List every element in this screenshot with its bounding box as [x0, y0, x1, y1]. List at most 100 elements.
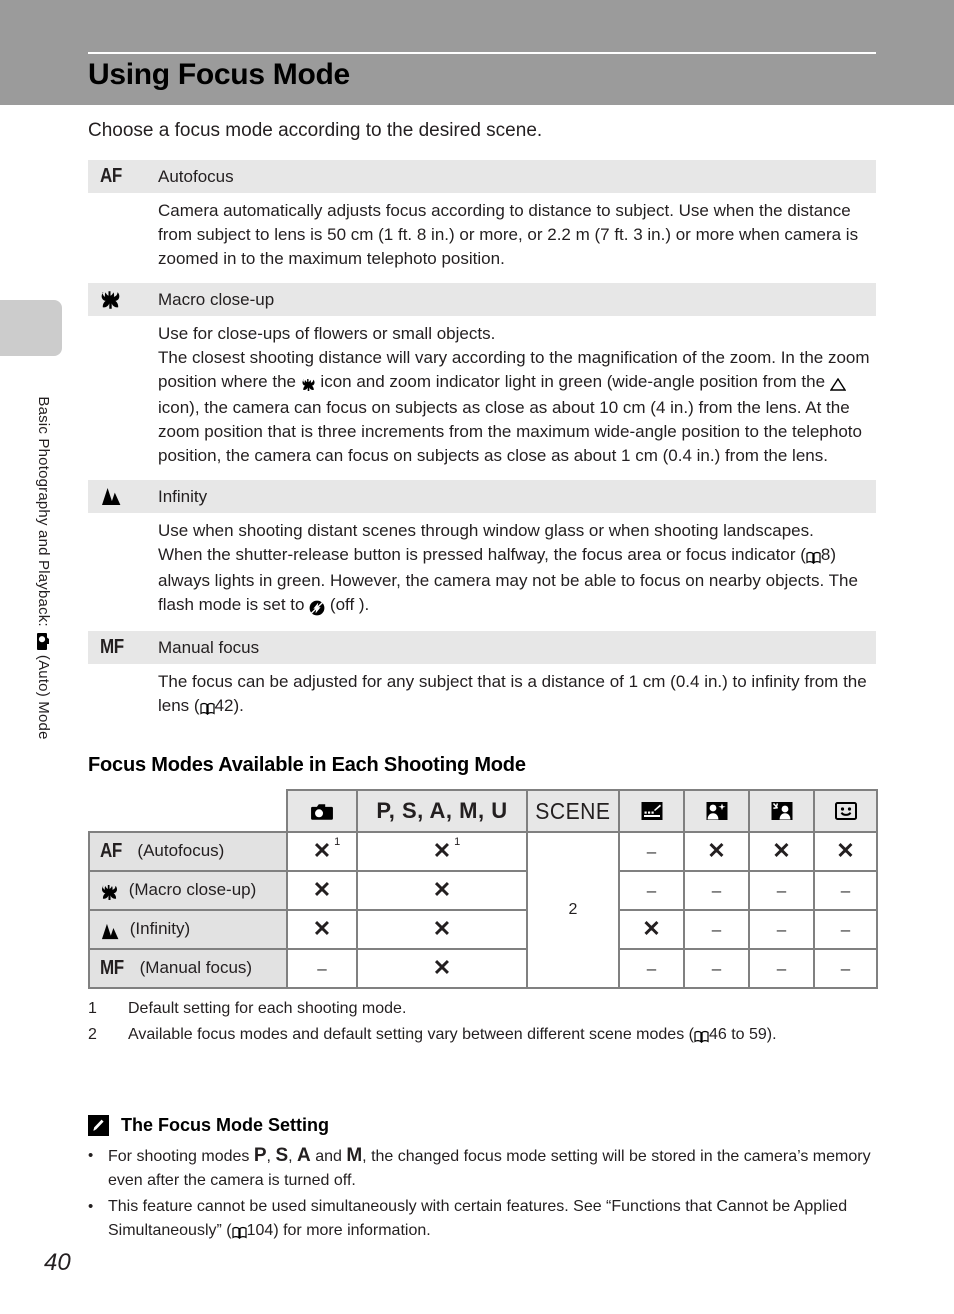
cell-af-backlight: ✕ [748, 831, 815, 872]
col-header-night-portrait-mode [683, 789, 750, 833]
bullet-icon: • [88, 1198, 94, 1215]
chapter-label: Basic Photography and Playback: (Auto) M… [31, 308, 57, 828]
table-row: AF (Autofocus) ✕ 1 ✕ 1 2 – ✕ ✕ ✕ [88, 831, 878, 989]
dash-mark: – [711, 919, 722, 939]
footnote-2: 2 Available focus modes and default sett… [88, 1023, 876, 1049]
cell-af-night-portrait: ✕ [683, 831, 750, 872]
cell-macro-smart-portrait: – [813, 870, 878, 911]
row-label: (Autofocus) [137, 841, 225, 860]
check-icon: ✕ [707, 838, 726, 863]
mf-body-text-b: ). [233, 696, 244, 715]
macro-body-line2: The closest shooting distance will vary … [158, 346, 876, 468]
note-text-a: For shooting modes [108, 1148, 254, 1165]
mf-body-text-a: The focus can be adjusted for any subjec… [158, 672, 867, 715]
note-sep-3: and [310, 1148, 347, 1165]
col-header-night-landscape-mode [618, 789, 685, 833]
macro-body-text-c: icon), the camera can focus on subjects … [158, 398, 862, 465]
check-icon: ✕ [432, 877, 452, 902]
note-item-text: For shooting modes P, S, A and M, the ch… [108, 1144, 876, 1193]
cell-macro-psamu: ✕ [356, 870, 528, 911]
dash-mark: – [840, 919, 851, 939]
night-portrait-icon [705, 800, 729, 822]
check-icon: ✕ [432, 916, 452, 941]
book-reference-icon [199, 696, 215, 720]
check-icon: ✕ [312, 916, 332, 941]
col-header-psamu-modes: P, S, A, M, U [356, 789, 528, 833]
macro-tulip-icon [98, 290, 158, 310]
pencil-note-icon [88, 1115, 109, 1136]
cell-macro-night-portrait: – [683, 870, 750, 911]
cell-mf-psamu: ✕ [356, 948, 528, 989]
col-header-smart-portrait-mode [813, 789, 878, 833]
book-reference-icon [232, 1221, 247, 1245]
dash-mark: – [776, 880, 787, 900]
check-icon: ✕ 1 [432, 836, 461, 863]
footnote-marker: 1 [334, 836, 341, 848]
col-header-auto-mode [286, 789, 358, 833]
cell-mf-smart-portrait: – [813, 948, 878, 989]
row-header-macro: (Macro close-up) [88, 870, 288, 911]
infinity-body-text-a: When the shutter-release button is press… [158, 545, 806, 564]
mode-header-infinity: Infinity [88, 480, 876, 513]
book-reference-icon [806, 545, 821, 569]
footnote-text: Default setting for each shooting mode. [128, 1000, 407, 1017]
cell-scene-merged: 2 [526, 831, 620, 989]
table-row: (Macro close-up) ✕ ✕ – – – – [88, 870, 878, 911]
dash-mark: – [711, 880, 722, 900]
cell-mf-auto: – [286, 948, 358, 989]
row-label: (Manual focus) [139, 958, 253, 977]
night-landscape-icon [640, 800, 664, 822]
mf-ref-page: 42 [214, 696, 234, 715]
header-rule [88, 52, 876, 54]
mode-header-macro: Macro close-up [88, 283, 876, 316]
camera-icon [311, 803, 333, 821]
check-icon: ✕ [836, 838, 855, 863]
backlight-icon [770, 800, 794, 822]
table-header-row: P, S, A, M, U SCENE [89, 789, 878, 833]
af-icon: AF [100, 840, 122, 862]
footnote-text-a: Available focus modes and default settin… [128, 1026, 694, 1043]
macro-tulip-icon-inline [301, 372, 316, 396]
dash-mark: – [776, 919, 787, 939]
note-item: • This feature cannot be used simultaneo… [88, 1195, 876, 1245]
book-reference-icon [694, 1025, 709, 1049]
infinity-body-line2: When the shutter-release button is press… [158, 543, 876, 619]
dash-mark: – [646, 880, 657, 900]
note2-text-a: This feature cannot be used simultaneous… [108, 1198, 848, 1239]
mode-letter-m: M [346, 1145, 363, 1166]
infinity-body-text-c: (off ). [325, 595, 370, 614]
smile-icon [834, 800, 858, 822]
dash-mark: – [840, 958, 851, 978]
check-icon: ✕ [312, 877, 332, 902]
mode-letter-a: A [297, 1145, 311, 1166]
footnote-number: 2 [88, 1026, 97, 1043]
mode-header-manual-focus: MF Manual focus [88, 631, 876, 664]
table-footnotes: 1 Default setting for each shooting mode… [88, 997, 876, 1049]
cell-infinity-auto: ✕ [286, 909, 358, 950]
mf-body-line: The focus can be adjusted for any subjec… [158, 670, 876, 720]
section-heading: Focus Modes Available in Each Shooting M… [88, 754, 526, 776]
mode-body-manual-focus: The focus can be adjusted for any subjec… [88, 664, 876, 732]
mode-name-macro: Macro close-up [158, 289, 275, 309]
cell-af-night-landscape: – [618, 831, 685, 872]
cell-af-auto: ✕ 1 [286, 831, 358, 872]
wide-angle-triangle-icon [829, 372, 846, 396]
cell-infinity-smart-portrait: – [813, 909, 878, 950]
note-item-text: This feature cannot be used simultaneous… [108, 1195, 876, 1245]
row-header-infinity: (Infinity) [88, 909, 288, 950]
mode-body-macro: Use for close-ups of flowers or small ob… [88, 316, 876, 480]
row-label: (Macro close-up) [128, 879, 257, 899]
table-corner-cell [89, 790, 287, 832]
row-label: (Infinity) [129, 918, 191, 938]
chapter-label-text: Basic Photography and Playback: [35, 396, 53, 627]
mode-body-text: Camera automatically adjusts focus accor… [158, 201, 859, 268]
macro-tulip-icon [100, 882, 119, 902]
dash-mark: – [840, 880, 851, 900]
dash-mark: – [317, 958, 327, 978]
check-icon: ✕ [642, 916, 661, 941]
mode-name-autofocus: Autofocus [158, 166, 234, 186]
cell-mf-night-portrait: – [683, 948, 750, 989]
infinity-body-line1: Use when shooting distant scenes through… [158, 521, 814, 540]
infinity-ref-page: 8 [820, 545, 831, 564]
mode-body-autofocus: Camera automatically adjusts focus accor… [88, 193, 876, 283]
